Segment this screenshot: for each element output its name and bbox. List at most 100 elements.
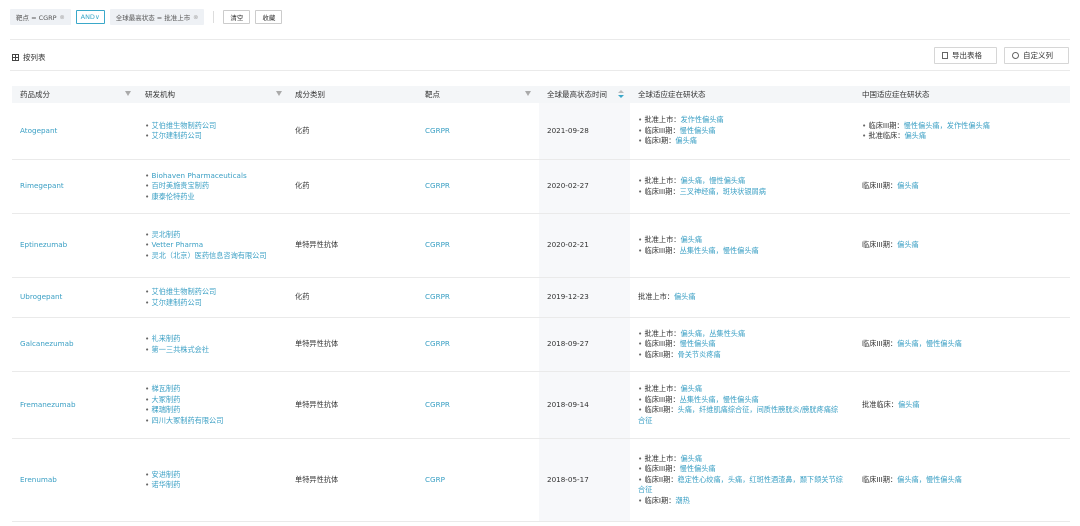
drug-link[interactable]: Fremanezumab xyxy=(20,400,137,411)
indication-link[interactable]: 偏头痛，慢性偏头痛 xyxy=(897,339,962,348)
indication-link[interactable]: 发作性偏头痛 xyxy=(680,115,723,124)
global-status-line: 临床III期：慢性偏头痛 xyxy=(638,339,844,350)
filter-chip-status[interactable]: 全球最高状态 = 批准上市 ⊗ xyxy=(109,9,205,25)
stage-label: 临床I期： xyxy=(644,136,676,146)
drug-link[interactable]: Galcanezumab xyxy=(20,339,137,350)
target-link[interactable]: CGRPR xyxy=(425,181,539,192)
indication-link[interactable]: 丛集性头痛，慢性偏头痛 xyxy=(680,246,759,255)
indication-link[interactable]: 慢性偏头痛，发作性偏头痛 xyxy=(904,121,990,130)
close-icon[interactable]: ⊗ xyxy=(60,14,65,21)
org-link[interactable]: 大冢制药 xyxy=(145,395,287,406)
target-link[interactable]: CGRPR xyxy=(425,339,539,350)
stage-label: 批准上市： xyxy=(644,384,681,393)
table-cell: 批准上市：偏头痛临床III期：丛集性头痛，慢性偏头痛临床II期：头痛，纤维肌痛综… xyxy=(630,372,854,438)
filter-chip-target[interactable]: 靶点 = CGRP ⊗ xyxy=(10,9,71,25)
indication-link[interactable]: 骨关节炎疼痛 xyxy=(678,350,721,359)
indication-link[interactable]: 慢性偏头痛 xyxy=(680,339,716,348)
category-text: 化药 xyxy=(295,125,310,135)
header-drug[interactable]: 药品成分 xyxy=(12,86,137,103)
target-link[interactable]: CGRP xyxy=(425,475,539,486)
indication-link[interactable]: 偏头痛 xyxy=(898,400,920,409)
sort-icon[interactable] xyxy=(618,89,624,99)
org-link[interactable]: 艾伯维生物制药公司 xyxy=(145,121,287,132)
target-link[interactable]: CGRPR xyxy=(425,292,539,303)
filter-bar: 靶点 = CGRP ⊗ AND∨ 全球最高状态 = 批准上市 ⊗ 清空 收藏 xyxy=(10,9,283,25)
indication-link[interactable]: 慢性偏头痛 xyxy=(680,126,716,135)
org-link[interactable]: 灵北制药 xyxy=(145,230,287,241)
category-text: 单特异性抗体 xyxy=(295,339,339,349)
indication-link[interactable]: 慢性偏头痛 xyxy=(680,464,716,473)
org-link[interactable]: 礼来制药 xyxy=(145,334,287,345)
close-icon[interactable]: ⊗ xyxy=(193,14,198,21)
org-link[interactable]: 安进制药 xyxy=(145,470,287,481)
drug-link[interactable]: Rimegepant xyxy=(20,181,137,192)
filter-icon[interactable] xyxy=(525,91,531,96)
indication-link[interactable]: 潮热 xyxy=(675,496,689,505)
global-status-line: 临床I期：潮热 xyxy=(638,496,844,507)
org-link[interactable]: 百时美施贵宝制药 xyxy=(145,181,287,192)
indication-link[interactable]: 丛集性头痛，慢性偏头痛 xyxy=(680,395,759,404)
export-table-button[interactable]: 导出表格 xyxy=(934,47,997,64)
table-cell: 单特异性抗体 xyxy=(287,318,417,371)
header-label: 药品成分 xyxy=(20,90,50,99)
table-row: Erenumab安进制药诺华制药单特异性抗体CGRP2018-05-17批准上市… xyxy=(12,439,1070,522)
stage-label: 临床III期： xyxy=(644,394,680,404)
header-category[interactable]: 成分类别 xyxy=(287,86,417,103)
table-cell: CGRPR xyxy=(417,160,539,213)
target-link[interactable]: CGRPR xyxy=(425,240,539,251)
table-cell: 化药 xyxy=(287,278,417,317)
org-link[interactable]: 第一三共株式会社 xyxy=(145,345,287,356)
global-status-line: 批准上市：偏头痛，慢性偏头痛 xyxy=(638,176,844,187)
indication-link[interactable]: 偏头痛 xyxy=(675,136,697,145)
org-link[interactable]: 康泰伦特药业 xyxy=(145,192,287,203)
org-link[interactable]: 艾伯维生物制药公司 xyxy=(145,287,287,298)
org-link[interactable]: 艾尔建制药公司 xyxy=(145,131,287,142)
filter-icon[interactable] xyxy=(276,91,282,96)
header-org[interactable]: 研发机构 xyxy=(137,86,287,103)
global-status-line: 批准上市：偏头痛 xyxy=(638,454,844,465)
org-link[interactable]: Vetter Pharma xyxy=(145,240,287,251)
table-cell: 批准上市：偏头痛 xyxy=(630,278,854,317)
org-link[interactable]: 艾尔建制药公司 xyxy=(145,298,287,309)
custom-columns-button[interactable]: 自定义列 xyxy=(1004,47,1069,64)
china-status-line: 批准临床：偏头痛 xyxy=(862,131,1060,142)
logic-and-dropdown[interactable]: AND∨ xyxy=(75,10,105,24)
global-status-line: 临床III期：三叉神经痛，斑块状银屑病 xyxy=(638,187,844,198)
clear-button[interactable]: 清空 xyxy=(223,10,251,24)
org-link[interactable]: 梯瓦制药 xyxy=(145,384,287,395)
indication-link[interactable]: 三叉神经痛，斑块状银屑病 xyxy=(680,187,766,196)
stage-label: 批准临床： xyxy=(868,131,905,140)
indication-link[interactable]: 偏头痛 xyxy=(897,240,919,249)
org-link[interactable]: 四川大冢制药有限公司 xyxy=(145,416,287,427)
org-link[interactable]: Biohaven Pharmaceuticals xyxy=(145,171,287,182)
indication-link[interactable]: 偏头痛，慢性偏头痛 xyxy=(897,475,962,484)
indication-link[interactable]: 偏头痛 xyxy=(897,181,919,190)
table-cell: 单特异性抗体 xyxy=(287,214,417,277)
drug-link[interactable]: Eptinezumab xyxy=(20,240,137,251)
drug-link[interactable]: Atogepant xyxy=(20,126,137,137)
header-global-status[interactable]: 全球适应症在研状态 xyxy=(630,86,854,103)
target-link[interactable]: CGRPR xyxy=(425,126,539,137)
indication-link[interactable]: 偏头痛，慢性偏头痛 xyxy=(680,176,745,185)
org-link[interactable]: 稞瑞制药 xyxy=(145,405,287,416)
indication-link[interactable]: 偏头痛 xyxy=(680,384,702,393)
table-cell xyxy=(854,278,1070,317)
org-link[interactable]: 灵北（北京）医药信息咨询有限公司 xyxy=(145,251,287,262)
table-cell: 2020-02-21 xyxy=(539,214,630,277)
drug-link[interactable]: Ubrogepant xyxy=(20,292,137,303)
save-button[interactable]: 收藏 xyxy=(255,10,283,24)
header-date[interactable]: 全球最高状态时间 xyxy=(539,86,630,103)
target-link[interactable]: CGRPR xyxy=(425,400,539,411)
indication-link[interactable]: 偏头痛 xyxy=(680,235,702,244)
org-link[interactable]: 诺华制药 xyxy=(145,480,287,491)
header-target[interactable]: 靶点 xyxy=(417,86,539,103)
drug-link[interactable]: Erenumab xyxy=(20,475,137,486)
filter-icon[interactable] xyxy=(125,91,131,96)
header-china-status[interactable]: 中国适应症在研状态 xyxy=(854,86,1070,103)
indication-link[interactable]: 偏头痛 xyxy=(680,454,702,463)
indication-link[interactable]: 偏头痛 xyxy=(904,131,926,140)
header-label: 中国适应症在研状态 xyxy=(862,90,930,99)
indication-link[interactable]: 偏头痛 xyxy=(674,292,696,301)
indication-link[interactable]: 偏头痛，丛集性头痛 xyxy=(680,329,745,338)
china-status-line: 临床III期：偏头痛 xyxy=(862,181,1060,192)
